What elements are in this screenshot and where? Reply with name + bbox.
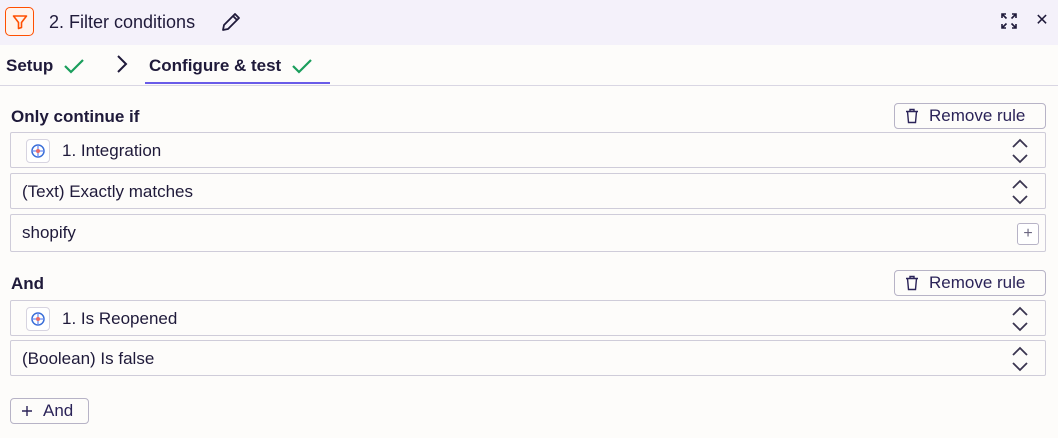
trash-icon [906, 275, 918, 291]
pencil-icon[interactable] [219, 10, 243, 34]
rule-1-value-input[interactable]: shopify + [10, 214, 1046, 252]
tab-setup-label: Setup [6, 56, 54, 75]
panel-title: 2. Filter conditions [49, 12, 196, 32]
select-arrows-icon [1012, 179, 1028, 205]
remove-rule-1-button[interactable]: Remove rule [894, 103, 1046, 129]
webhook-app-icon [26, 139, 50, 163]
step-tabs: Setup Configure & test [0, 45, 1058, 86]
tab-configure-test[interactable]: Configure & test [149, 56, 313, 76]
rule-2-field-value: 1. Is Reopened [62, 309, 178, 328]
rule-1-field-value: 1. Integration [62, 141, 162, 160]
rule-1-condition-value: (Text) Exactly matches [22, 182, 193, 201]
active-tab-indicator [145, 82, 330, 84]
check-icon [292, 59, 313, 74]
tab-configure-label: Configure & test [149, 56, 282, 75]
rule-1-value-text: shopify [22, 223, 76, 242]
trash-icon [906, 108, 918, 124]
panel-header: 2. Filter conditions ✕ [0, 0, 1058, 45]
select-arrows-icon [1012, 138, 1028, 164]
rule-2-condition-value: (Boolean) Is false [22, 349, 155, 368]
close-icon[interactable]: ✕ [1033, 11, 1051, 31]
insert-data-plus-icon[interactable]: + [1017, 223, 1039, 245]
rule-2-condition-select[interactable]: (Boolean) Is false [10, 340, 1046, 376]
filter-icon [5, 7, 34, 36]
rule-1-condition-select[interactable]: (Text) Exactly matches [10, 173, 1046, 209]
remove-rule-2-label: Remove rule [929, 273, 1026, 292]
select-arrows-icon [1012, 346, 1028, 372]
rule-2-label: And [11, 274, 45, 293]
add-and-button[interactable]: And [10, 398, 89, 424]
select-arrows-icon [1012, 306, 1028, 332]
rule-2-field-select[interactable]: 1. Is Reopened [10, 300, 1046, 336]
rule-1-field-select[interactable]: 1. Integration [10, 132, 1046, 168]
expand-icon[interactable] [999, 11, 1019, 31]
remove-rule-1-label: Remove rule [929, 106, 1026, 125]
chevron-right-icon [117, 55, 128, 73]
remove-rule-2-button[interactable]: Remove rule [894, 270, 1046, 296]
add-and-label: And [43, 401, 74, 420]
plus-icon [22, 406, 32, 416]
webhook-app-icon [26, 307, 50, 331]
check-icon [64, 59, 85, 74]
tab-setup[interactable]: Setup [6, 56, 85, 76]
rule-1-label: Only continue if [11, 107, 140, 126]
